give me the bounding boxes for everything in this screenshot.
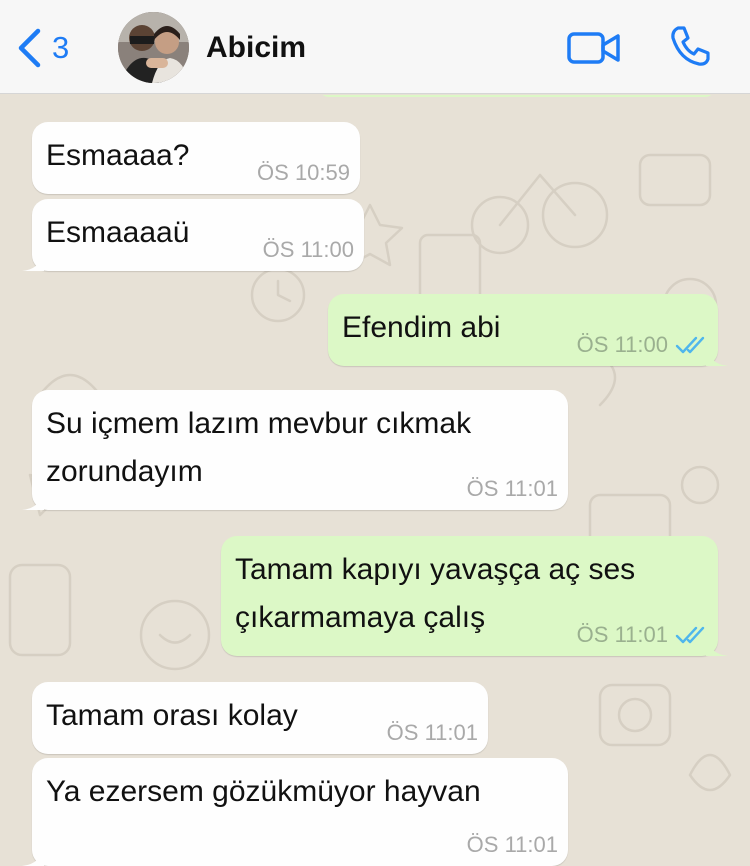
unread-count: 3	[52, 30, 70, 65]
chevron-left-icon	[18, 28, 41, 68]
bubble-tail	[22, 844, 44, 866]
message-time: ÖS 11:01	[576, 622, 668, 647]
message-line: Efendim abi	[342, 311, 501, 344]
message-time: ÖS 11:01	[386, 720, 478, 745]
read-receipt-icon	[675, 626, 705, 644]
outgoing-message[interactable]: Efendim abi ÖS 11:00	[328, 294, 728, 366]
message-time: ÖS 10:59	[257, 160, 350, 185]
message-text: Su içmem lazım mevbur cıkmak zorundayım	[46, 400, 471, 496]
chat-header: 3 Abicim	[0, 0, 750, 94]
message-list[interactable]: Esmaaaa? ÖS 10:59 Esmaaaaü ÖS 11:00 Efendim …	[0, 95, 750, 866]
message-line: Ya ezersem gözükmüyor hayvan	[46, 775, 481, 808]
incoming-message[interactable]: Tamam orası kolay ÖS 11:01	[32, 682, 488, 754]
back-button[interactable]: 3	[14, 24, 69, 72]
message-text: Tamam orası kolay	[46, 692, 298, 740]
read-receipt-icon	[675, 336, 705, 354]
message-meta: ÖS 11:01	[387, 718, 478, 748]
message-line: Tamam kapıyı yavaşça aç ses	[235, 553, 636, 586]
message-line: Esmaaaaü	[46, 216, 190, 249]
message-meta: ÖS 11:01	[577, 620, 708, 650]
message-text: Esmaaaa?	[46, 132, 189, 180]
outgoing-message[interactable]: Tamam kapıyı yavaşça aç ses çıkarmamaya ç…	[221, 536, 728, 656]
message-line: Tamam orası kolay	[46, 699, 298, 732]
contact-photo-icon	[118, 12, 189, 83]
avatar[interactable]	[118, 12, 189, 83]
bubble-tail	[22, 249, 44, 271]
message-meta: ÖS 11:00	[577, 330, 708, 360]
message-line: Esmaaaa?	[46, 139, 190, 172]
incoming-message[interactable]: Ya ezersem gözükmüyor hayvan ÖS 11:01	[22, 758, 568, 866]
bubble-tail	[706, 344, 728, 366]
message-time: ÖS 11:01	[466, 476, 558, 501]
bubble-tail	[706, 634, 728, 656]
message-time: ÖS 11:01	[466, 832, 558, 857]
incoming-message[interactable]: Esmaaaa? ÖS 10:59	[32, 122, 360, 194]
message-meta: ÖS 11:00	[263, 235, 354, 265]
phone-icon[interactable]	[668, 24, 712, 68]
message-text: Tamam kapıyı yavaşça aç ses çıkarmamaya ç…	[235, 546, 635, 642]
contact-name[interactable]: Abicim	[206, 28, 306, 68]
previous-message-edge	[318, 95, 716, 97]
bubble-tail	[22, 488, 44, 510]
message-meta: ÖS 11:01	[467, 474, 558, 504]
message-text: Esmaaaaü	[46, 209, 189, 257]
message-meta: ÖS 10:59	[257, 158, 350, 188]
message-line: Su içmem lazım mevbur cıkmak	[46, 407, 472, 440]
incoming-message[interactable]: Su içmem lazım mevbur cıkmak zorundayım ÖS…	[22, 390, 568, 510]
message-time: ÖS 11:00	[262, 237, 354, 262]
message-time: ÖS 11:00	[576, 332, 668, 357]
message-line: zorundayım	[46, 455, 203, 488]
message-text: Efendim abi	[342, 304, 500, 352]
incoming-message[interactable]: Esmaaaaü ÖS 11:00	[22, 199, 364, 271]
message-text: Ya ezersem gözükmüyor hayvan	[46, 768, 481, 816]
video-camera-icon[interactable]	[566, 28, 622, 68]
message-line: çıkarmamaya çalış	[235, 601, 486, 634]
message-meta: ÖS 11:01	[467, 830, 558, 860]
